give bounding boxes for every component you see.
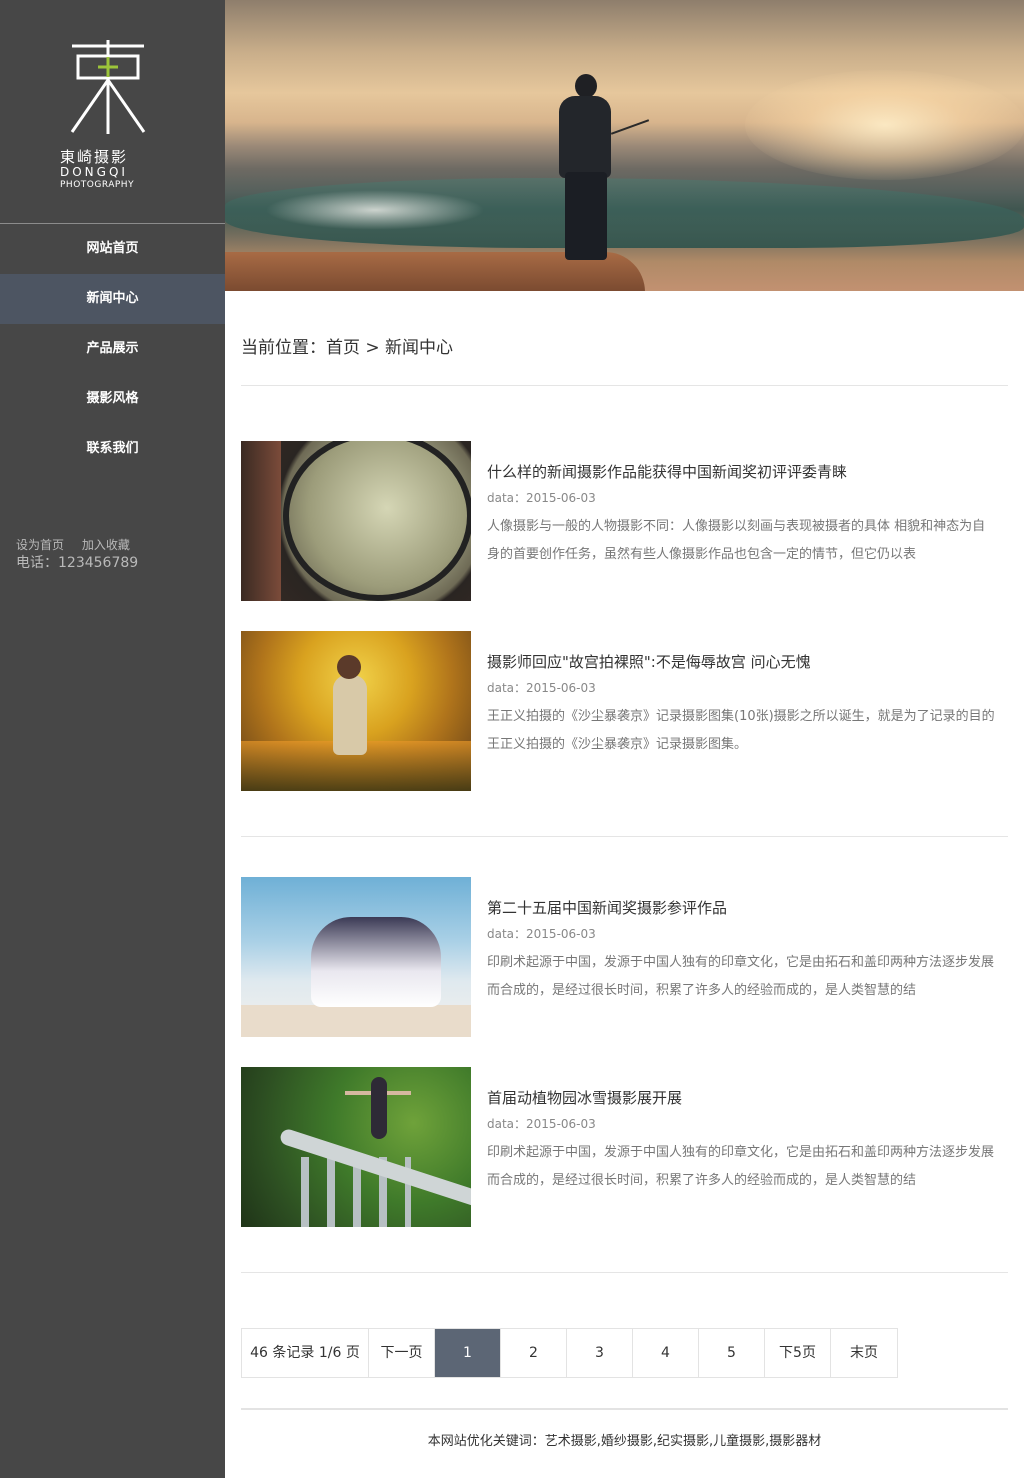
thumbnail-child <box>333 675 367 755</box>
set-home-link[interactable]: 设为首页 <box>16 538 64 552</box>
page-button-2[interactable]: 2 <box>501 1329 567 1377</box>
news-title[interactable]: 什么样的新闻摄影作品能获得中国新闻奖初评评委青睐 <box>487 461 847 482</box>
thumbnail-girl <box>371 1077 387 1139</box>
banner-sunlight <box>745 70 1024 180</box>
banner-image <box>225 0 1024 291</box>
nav-item-contact[interactable]: 联系我们 <box>0 424 225 474</box>
banner-fisherman-body <box>559 96 611 178</box>
logo-chinese-name: 東崎摄影 <box>60 148 129 166</box>
thumbnail-left-edge <box>241 441 281 601</box>
news-date: data：2015-06-03 <box>487 1117 596 1131</box>
logo-english-name: DONGQI <box>60 165 128 179</box>
next-5-pages-button[interactable]: 下5页 <box>765 1329 831 1377</box>
nav-item-news[interactable]: 新闻中心 <box>0 274 225 324</box>
divider <box>241 385 1008 386</box>
pagination: 46 条记录 1/6 页 下一页 1 2 3 4 5 下5页 末页 <box>241 1328 898 1378</box>
news-date: data：2015-06-03 <box>487 681 596 695</box>
divider <box>241 836 1008 837</box>
breadcrumb: 当前位置：首页 > 新闻中心 <box>241 338 454 358</box>
nav-item-home[interactable]: 网站首页 <box>0 224 225 274</box>
logo[interactable]: 東崎摄影 DONGQI PHOTOGRAPHY <box>0 0 225 224</box>
news-desc: 人像摄影与一般的人物摄影不同：人像摄影以刻画与表现被摄者的具体 相貌和神态为自身… <box>487 519 986 562</box>
news-item[interactable]: 什么样的新闻摄影作品能获得中国新闻奖初评评委青睐 data：2015-06-03… <box>241 441 1008 601</box>
banner-foam <box>265 190 485 230</box>
nav-item-products[interactable]: 产品展示 <box>0 324 225 374</box>
logo-english-sub: PHOTOGRAPHY <box>60 180 135 190</box>
sidebar: 東崎摄影 DONGQI PHOTOGRAPHY 网站首页 新闻中心 产品展示 摄… <box>0 0 225 1478</box>
page-button-3[interactable]: 3 <box>567 1329 633 1377</box>
add-favorite-link[interactable]: 加入收藏 <box>82 538 130 552</box>
record-count: 46 条记录 1/6 页 <box>242 1329 369 1377</box>
next-page-button[interactable]: 下一页 <box>369 1329 435 1377</box>
page-button-5[interactable]: 5 <box>699 1329 765 1377</box>
main-nav: 网站首页 新闻中心 产品展示 摄影风格 联系我们 <box>0 224 225 474</box>
news-desc: 王正义拍摄的《沙尘暴袭京》记录摄影图集(10张)摄影之所以诞生，就是为了记录的目… <box>487 709 995 752</box>
footer-divider <box>241 1408 1008 1410</box>
news-item[interactable]: 首届动植物园冰雪摄影展开展 data：2015-06-03 印刷术起源于中国，发… <box>241 1067 1008 1227</box>
news-title[interactable]: 首届动植物园冰雪摄影展开展 <box>487 1087 682 1108</box>
banner-fisherman-head <box>575 74 597 98</box>
thumbnail-sand <box>241 1005 471 1037</box>
last-page-button[interactable]: 末页 <box>831 1329 897 1377</box>
page-button-4[interactable]: 4 <box>633 1329 699 1377</box>
news-thumbnail[interactable] <box>241 441 471 601</box>
page-button-1[interactable]: 1 <box>435 1329 501 1377</box>
news-date: data：2015-06-03 <box>487 491 596 505</box>
news-thumbnail[interactable] <box>241 631 471 791</box>
thumbnail-mirror <box>283 441 471 601</box>
nav-item-styles[interactable]: 摄影风格 <box>0 374 225 424</box>
news-title[interactable]: 摄影师回应"故宫拍裸照":不是侮辱故宫 问心无愧 <box>487 651 811 672</box>
news-date: data：2015-06-03 <box>487 927 596 941</box>
side-links: 设为首页 加入收藏 <box>16 536 144 553</box>
news-thumbnail[interactable] <box>241 1067 471 1227</box>
news-thumbnail[interactable] <box>241 877 471 1037</box>
news-item[interactable]: 第二十五届中国新闻奖摄影参评作品 data：2015-06-03 印刷术起源于中… <box>241 877 1008 1037</box>
thumbnail-couple <box>311 917 441 1007</box>
dongqi-logo-icon <box>70 40 146 134</box>
banner-fisherman-legs <box>565 172 607 260</box>
news-desc: 印刷术起源于中国，发源于中国人独有的印章文化，它是由拓石和盖印两种方法逐步发展而… <box>487 1145 995 1188</box>
banner-fishing-rod <box>610 119 650 135</box>
news-title[interactable]: 第二十五届中国新闻奖摄影参评作品 <box>487 897 727 918</box>
divider <box>241 1272 1008 1273</box>
phone-number: 电话：123456789 <box>16 555 139 571</box>
news-item[interactable]: 摄影师回应"故宫拍裸照":不是侮辱故宫 问心无愧 data：2015-06-03… <box>241 631 1008 791</box>
footer-keywords: 本网站优化关键词：艺术摄影,婚纱摄影,纪实摄影,儿童摄影,摄影器材 <box>427 1434 822 1449</box>
thumbnail-child-head <box>337 655 361 679</box>
news-desc: 印刷术起源于中国，发源于中国人独有的印章文化，它是由拓石和盖印两种方法逐步发展而… <box>487 955 995 998</box>
